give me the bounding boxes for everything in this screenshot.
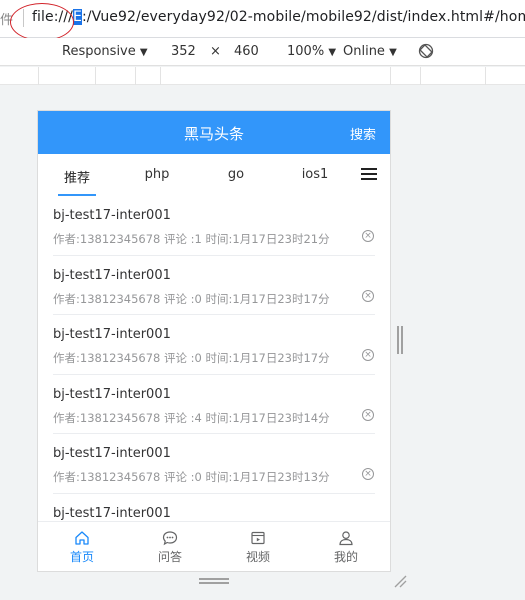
app-title: 黑马头条 (183, 125, 244, 143)
article-meta: 作者:13812345678 评论 :0 时间:1月17日23时17分 (53, 291, 330, 306)
tabbar-item-video[interactable]: 视频 (214, 522, 302, 571)
list-item[interactable]: bj-test17-inter001 作者:13812345678 评论 :0 … (53, 256, 375, 316)
article-title: bj-test17-inter001 (53, 386, 171, 402)
zoom-select[interactable]: 100% ▼ (287, 44, 336, 59)
article-meta: 作者:13812345678 评论 :4 时间:1月17日23时14分 (53, 410, 330, 425)
caret-down-icon: ▼ (389, 47, 397, 58)
height-input[interactable]: 460 (234, 44, 259, 59)
chat-icon (162, 531, 178, 546)
media-query-ruler (0, 67, 525, 85)
close-icon[interactable]: × (362, 468, 374, 481)
channel-tabs: 推荐 php go ios1 (38, 154, 390, 196)
url-selection: E (73, 9, 82, 25)
article-meta: 作者:13812345678 评论 :0 时间:1月17日23时13分 (53, 470, 330, 485)
zoom-label: 100% (287, 44, 325, 59)
device-select-label: Responsive (62, 44, 136, 59)
tabbar-item-home[interactable]: 首页 (38, 522, 126, 571)
app-header: 黑马头条 搜索 (38, 111, 390, 154)
home-icon (75, 531, 89, 545)
caret-down-icon: ▼ (328, 47, 337, 58)
device-viewport: 黑马头条 搜索 推荐 php go ios1 bj-test17-inter00… (38, 111, 390, 571)
article-title: bj-test17-inter001 (53, 267, 171, 283)
bottom-tabbar: 首页 问答 视频 我的 (38, 521, 390, 571)
video-icon (251, 531, 265, 545)
resize-handle-bottom[interactable] (199, 578, 229, 584)
tabbar-label: 问答 (157, 550, 182, 564)
list-item[interactable]: bj-test17-inter001 作者:13812345678 评论 :1 … (53, 196, 375, 256)
user-icon (339, 531, 353, 546)
caret-down-icon: ▼ (139, 47, 148, 58)
width-input[interactable]: 352 (171, 44, 196, 59)
close-icon[interactable]: × (362, 408, 374, 421)
close-icon[interactable]: × (362, 230, 374, 242)
list-item[interactable]: bj-test17-inter001 作者:13812345678 评论 :0 … (53, 315, 375, 375)
tab-recommend[interactable]: 推荐 (47, 167, 107, 186)
tabbar-label: 视频 (245, 550, 270, 564)
resize-handle-right[interactable] (397, 326, 404, 354)
article-title: bj-test17-inter001 (53, 505, 171, 521)
address-bar[interactable]: 件 file:///E:/Vue92/everyday92/02-mobile/… (0, 0, 525, 41)
url-text[interactable]: file:///E:/Vue92/everyday92/02-mobile/mo… (32, 9, 525, 25)
article-title: bj-test17-inter001 (53, 446, 171, 462)
article-title: bj-test17-inter001 (53, 327, 171, 343)
device-toolbar: Responsive ▼ 352 × 460 100% ▼ Online ▼ (0, 38, 525, 66)
network-label: Online (343, 44, 385, 59)
list-item[interactable]: bj-test17-inter001 作者:13812345678 评论 :4 … (53, 375, 375, 435)
network-select[interactable]: Online ▼ (343, 44, 397, 59)
menu-icon[interactable] (361, 168, 377, 180)
article-meta: 作者:13812345678 评论 :0 时间:1月17日23时17分 (53, 351, 330, 366)
tab-go[interactable]: go (206, 167, 266, 182)
search-button[interactable]: 搜索 (350, 124, 376, 143)
tab-php[interactable]: php (127, 167, 187, 182)
tabbar-label: 我的 (333, 550, 358, 564)
dimension-separator: × (210, 44, 221, 59)
article-list[interactable]: bj-test17-inter001 作者:13812345678 评论 :1 … (38, 196, 390, 521)
annotation-circle (10, 3, 74, 41)
list-item[interactable]: bj-test17-inter001 (53, 494, 375, 521)
tab-ios1[interactable]: ios1 (285, 167, 345, 182)
url-path: :/Vue92/everyday92/02-mobile/mobile92/di… (81, 9, 525, 25)
rotate-icon[interactable] (418, 43, 434, 59)
device-select[interactable]: Responsive ▼ (62, 44, 148, 59)
article-meta: 作者:13812345678 评论 :1 时间:1月17日23时21分 (53, 232, 330, 246)
list-item[interactable]: bj-test17-inter001 作者:13812345678 评论 :0 … (53, 434, 375, 494)
article-title: bj-test17-inter001 (53, 208, 171, 223)
tabbar-label: 首页 (69, 550, 94, 564)
resize-corner-icon[interactable] (393, 574, 407, 588)
tabbar-item-profile[interactable]: 我的 (302, 522, 390, 571)
close-icon[interactable]: × (362, 349, 374, 362)
tabbar-item-qa[interactable]: 问答 (126, 522, 214, 571)
close-icon[interactable]: × (362, 289, 374, 302)
